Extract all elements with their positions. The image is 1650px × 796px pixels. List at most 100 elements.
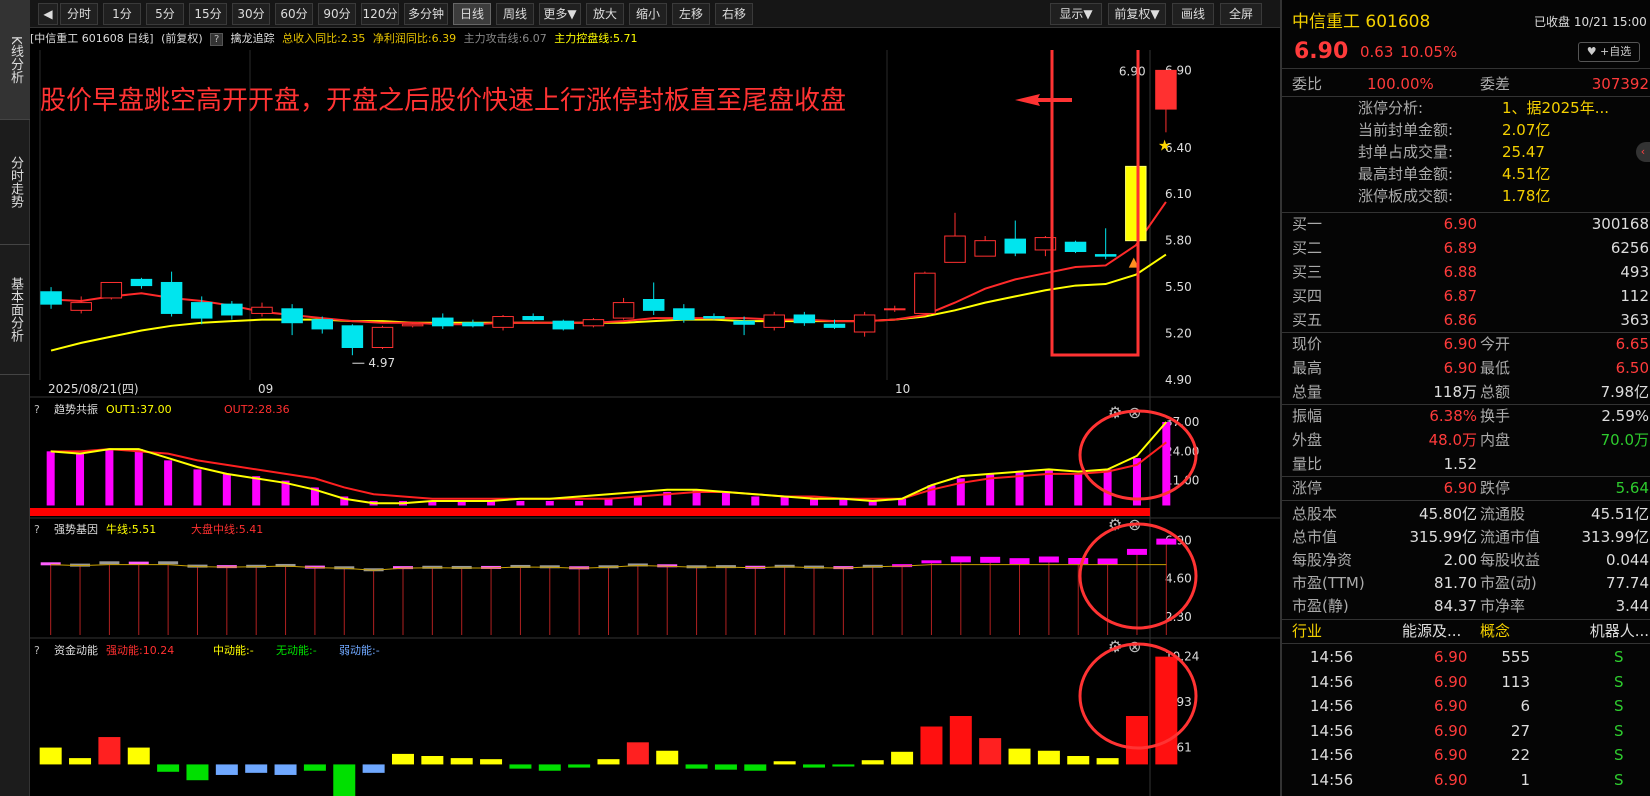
period-button-12[interactable]: 放大 — [586, 3, 624, 25]
candle[interactable] — [793, 311, 816, 326]
candle[interactable] — [944, 212, 966, 263]
out2-line — [50, 441, 1167, 500]
candle[interactable] — [251, 302, 273, 317]
candle[interactable] — [673, 304, 695, 323]
resonance-bar — [721, 491, 730, 506]
tick-time: 14:56 — [1310, 721, 1354, 740]
candle[interactable] — [221, 301, 243, 320]
toolbar-right-button-2[interactable]: 画线 — [1172, 3, 1214, 25]
candle[interactable] — [522, 313, 544, 322]
limit-label: 当前封单金额: — [1358, 121, 1454, 139]
candle[interactable] — [853, 311, 876, 337]
back-arrow-icon[interactable]: ◀ — [38, 3, 58, 25]
fund-bar — [1067, 756, 1090, 765]
industry-value[interactable]: 能源及... — [1402, 619, 1461, 643]
left-tab-1[interactable]: 分时走势 — [0, 120, 30, 245]
bid-price: 6.86 — [1443, 311, 1477, 329]
help-icon[interactable]: ? — [210, 32, 224, 46]
fund-bar — [1037, 750, 1060, 765]
stat-value: 1.52 — [1443, 455, 1477, 473]
period-button-7[interactable]: 120分 — [361, 3, 399, 25]
industry-label[interactable]: 行业 — [1292, 619, 1322, 643]
tick-price: 6.90 — [1434, 770, 1468, 789]
period-button-11[interactable]: 更多▼ — [539, 3, 581, 25]
concept-label[interactable]: 概念 — [1480, 619, 1510, 643]
concept-value[interactable]: 机器人... — [1590, 619, 1649, 643]
period-button-2[interactable]: 5分 — [146, 3, 184, 25]
stat-row: 最高 6.90 最低 6.50 — [1282, 356, 1650, 380]
close-icon[interactable]: ⊗ — [1128, 637, 1141, 656]
candle[interactable] — [1125, 165, 1147, 242]
toolbar-right-button-0[interactable]: 显示▼ — [1050, 3, 1102, 25]
add-favorite-button[interactable]: ♥ +自选 — [1578, 42, 1640, 62]
period-button-8[interactable]: 多分钟 — [404, 3, 448, 25]
candle[interactable] — [974, 236, 996, 257]
period-button-0[interactable]: 分时 — [60, 3, 98, 25]
candle[interactable] — [1094, 228, 1117, 260]
bid-volume: 363 — [1620, 311, 1649, 329]
left-tab-0[interactable]: K线分析 — [0, 0, 30, 120]
tick-price: 6.90 — [1434, 697, 1468, 715]
period-button-9[interactable]: 日线 — [453, 3, 491, 25]
candle[interactable] — [914, 271, 936, 314]
fund-label: 每股净资 — [1292, 551, 1353, 569]
fund-label: 市盈(动) — [1480, 574, 1537, 592]
stat-value: 118万 — [1433, 383, 1477, 401]
candle[interactable] — [281, 304, 303, 336]
help-icon[interactable]: ? — [34, 644, 40, 657]
candle[interactable] — [763, 311, 785, 331]
candle[interactable] — [884, 305, 906, 312]
resonance-bar — [105, 449, 114, 506]
period-button-3[interactable]: 15分 — [189, 3, 227, 25]
period-button-5[interactable]: 60分 — [275, 3, 313, 25]
candle[interactable] — [552, 319, 575, 331]
candle[interactable] — [371, 325, 394, 350]
toolbar-right-button-1[interactable]: 前复权▼ — [1108, 3, 1166, 25]
kline-chart[interactable]: 2025/08/21(四) 09 106.906.406.105.805.505.2… — [30, 50, 1280, 796]
candle[interactable] — [341, 324, 364, 356]
period-button-15[interactable]: 右移 — [715, 3, 753, 25]
limit-value: 25.47 — [1502, 143, 1545, 161]
limit-analysis-row: 最高封单金额: 4.51亿 — [1282, 162, 1650, 186]
candle[interactable] — [432, 313, 454, 329]
out1-value: OUT1:37.00 — [106, 403, 172, 416]
stat-row: 振幅 6.38% 换手 2.59% — [1282, 404, 1650, 428]
period-button-10[interactable]: 周线 — [496, 3, 534, 25]
x-tick-label: 09 — [258, 382, 273, 396]
gene-bar — [158, 561, 179, 565]
gene-bar — [99, 561, 120, 565]
candle[interactable] — [1004, 220, 1027, 257]
period-button-4[interactable]: 30分 — [232, 3, 270, 25]
candle[interactable] — [582, 318, 605, 328]
candle[interactable] — [100, 281, 123, 300]
resonance-bar — [46, 451, 55, 506]
period-button-14[interactable]: 左移 — [672, 3, 710, 25]
help-icon[interactable]: ? — [34, 523, 40, 536]
candle[interactable] — [1155, 69, 1177, 133]
candle[interactable] — [40, 287, 62, 309]
weak-energy: 弱动能:- — [339, 643, 380, 657]
candle[interactable] — [492, 314, 514, 331]
fund-row: 总市值 315.99亿 流通市值 313.99亿 — [1282, 525, 1650, 549]
candle[interactable] — [612, 297, 635, 320]
fund-bar — [274, 764, 297, 775]
help-icon[interactable]: ? — [34, 403, 40, 416]
left-tab-2[interactable]: 基本面分析 — [0, 245, 30, 375]
fund-bar — [979, 738, 1002, 765]
resonance-bar — [193, 469, 202, 506]
fund-bar — [98, 737, 121, 765]
candle[interactable] — [160, 271, 183, 317]
period-button-6[interactable]: 90分 — [318, 3, 356, 25]
candle[interactable] — [130, 277, 153, 289]
fund-bar — [127, 747, 150, 765]
collapse-arrow-icon[interactable]: ‹ — [1636, 142, 1650, 162]
toolbar-right-button-3[interactable]: 全屏 — [1220, 3, 1262, 25]
period-button-1[interactable]: 1分 — [103, 3, 141, 25]
resonance-bar — [751, 496, 760, 506]
candle[interactable] — [1064, 240, 1087, 254]
bid-label: 买四 — [1292, 287, 1323, 305]
candle[interactable] — [642, 282, 665, 315]
period-button-13[interactable]: 缩小 — [629, 3, 667, 25]
candle[interactable] — [462, 319, 484, 328]
limit-analysis-row: 涨停板成交额: 1.78亿 — [1282, 184, 1650, 208]
